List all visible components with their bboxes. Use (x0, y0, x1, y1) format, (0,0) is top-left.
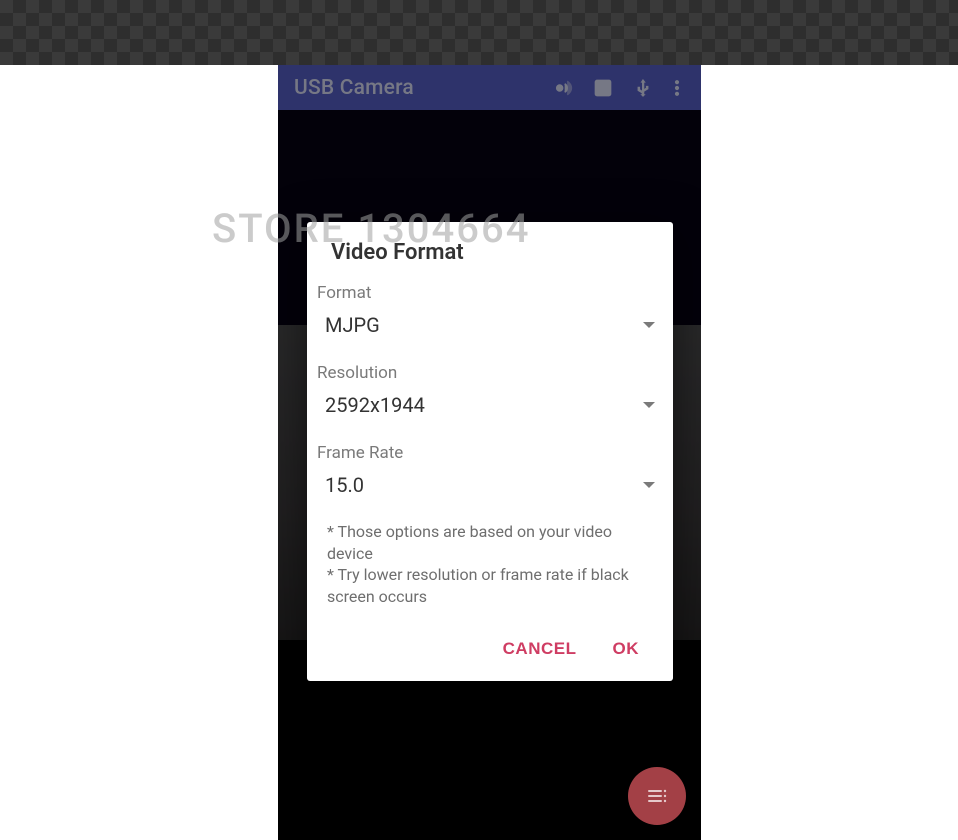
framerate-label: Frame Rate (307, 433, 673, 463)
motion-icon[interactable] (543, 78, 583, 98)
video-format-dialog: Video Format Format MJPG Resolution 2592… (307, 222, 673, 681)
resolution-label: Resolution (307, 353, 673, 383)
list-icon (645, 784, 669, 808)
checkerboard-background (0, 0, 958, 65)
framerate-value: 15.0 (325, 473, 364, 497)
chevron-down-icon (643, 402, 655, 408)
chevron-down-icon (643, 482, 655, 488)
hint-line-2: * Try lower resolution or frame rate if … (327, 564, 653, 607)
format-label: Format (307, 273, 673, 303)
ok-button[interactable]: OK (607, 635, 646, 663)
hint-line-1: * Those options are based on your video … (327, 521, 653, 564)
app-title: USB Camera (294, 76, 543, 100)
framerate-select[interactable]: 15.0 (315, 467, 665, 507)
dialog-title: Video Format (307, 222, 673, 273)
usb-icon[interactable] (623, 78, 663, 98)
exposure-icon[interactable] (583, 78, 623, 98)
cancel-button[interactable]: CANCEL (497, 635, 583, 663)
format-value: MJPG (325, 313, 380, 337)
app-bar: USB Camera (278, 65, 701, 110)
record-fab[interactable] (628, 767, 686, 825)
phone-screen: USB Camera Video Format Format MJPG Reso… (278, 65, 701, 840)
more-vert-icon[interactable] (663, 78, 691, 98)
dialog-hints: * Those options are based on your video … (307, 513, 673, 609)
format-select[interactable]: MJPG (315, 307, 665, 347)
dialog-actions: CANCEL OK (307, 609, 673, 677)
chevron-down-icon (643, 322, 655, 328)
resolution-value: 2592x1944 (325, 393, 425, 417)
resolution-select[interactable]: 2592x1944 (315, 387, 665, 427)
